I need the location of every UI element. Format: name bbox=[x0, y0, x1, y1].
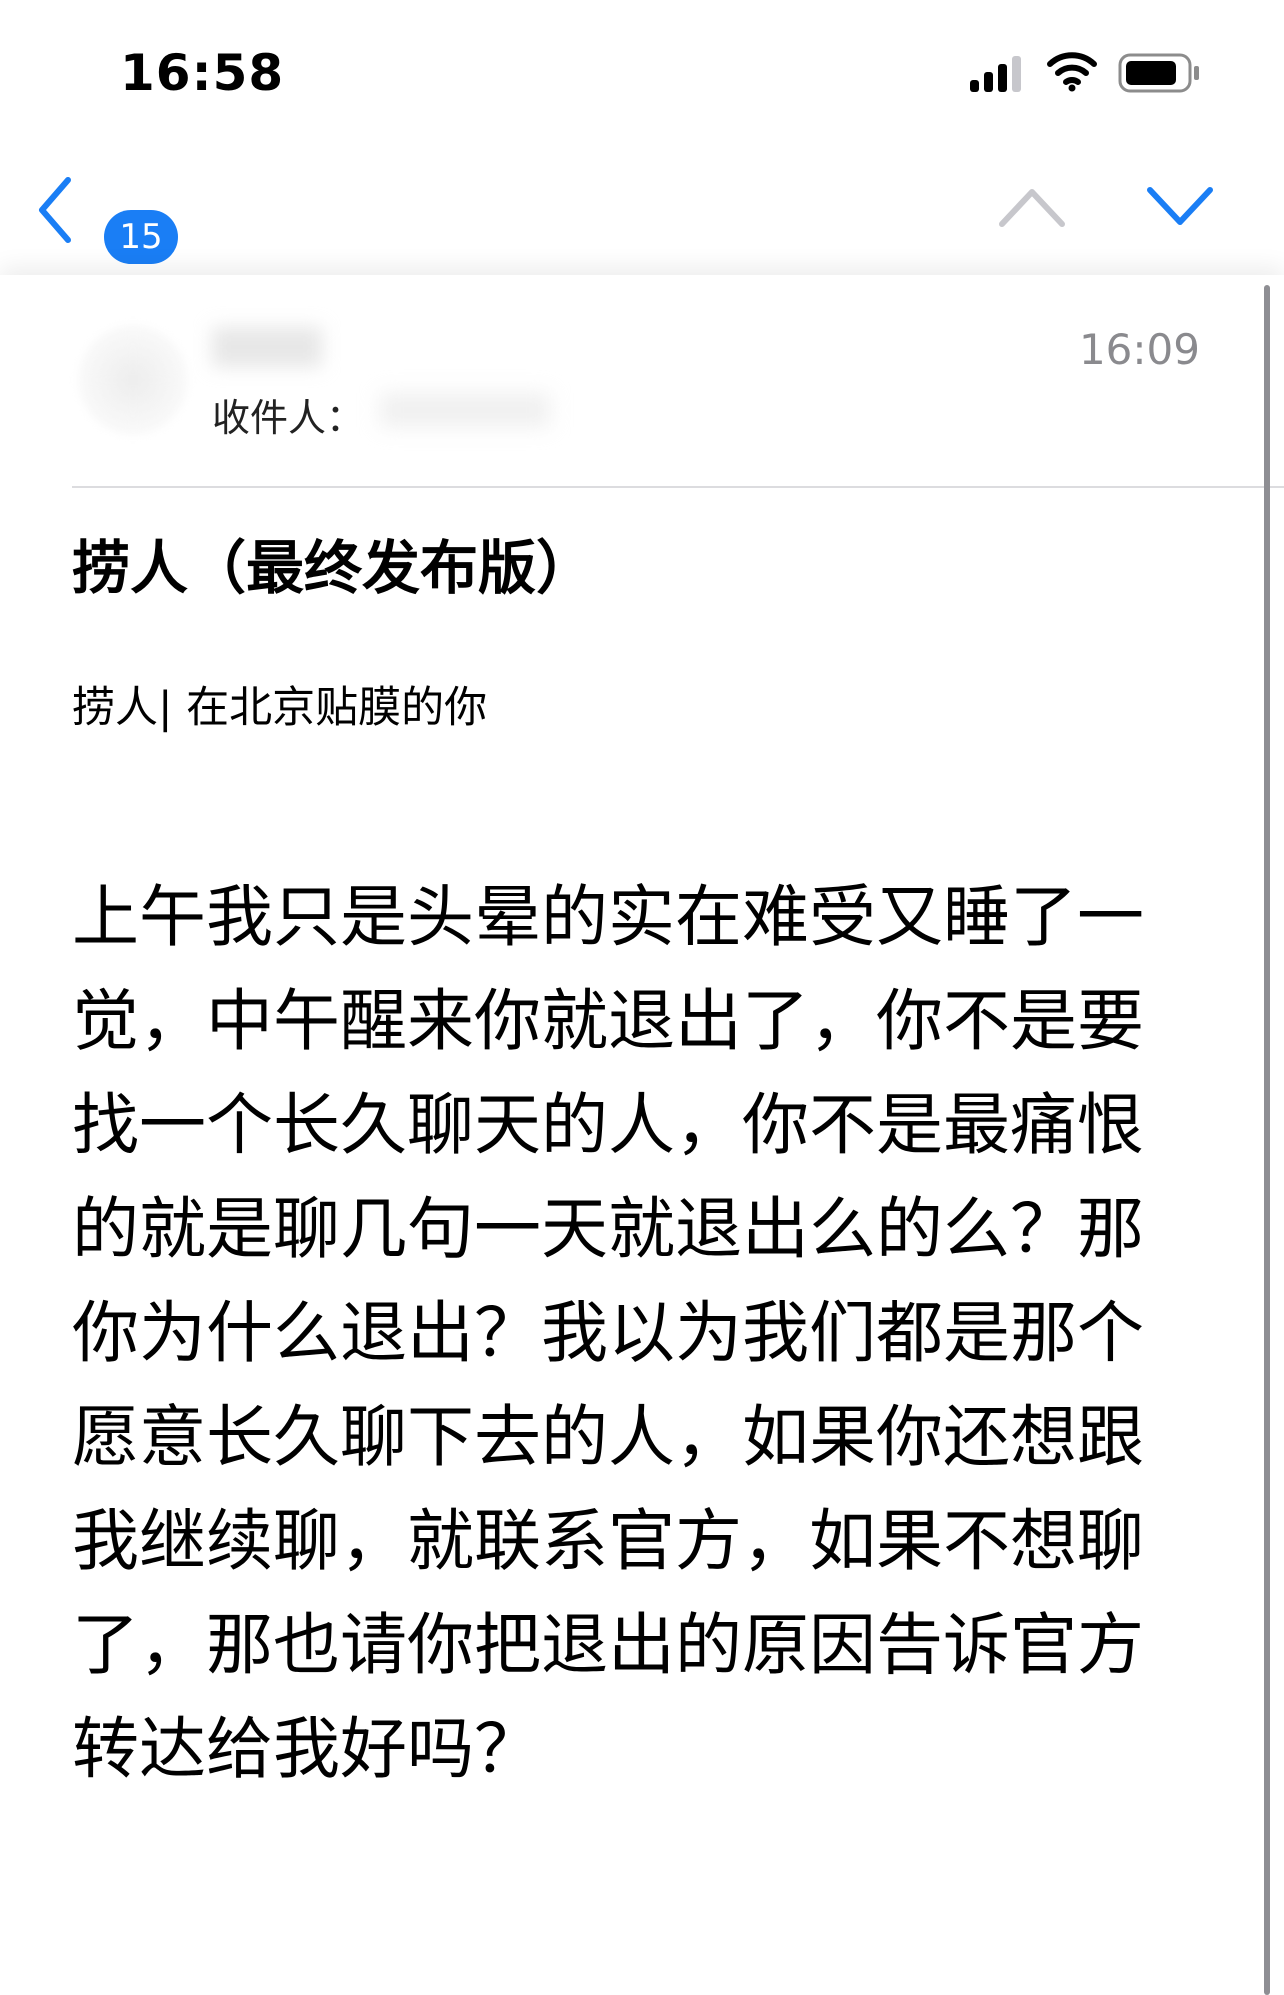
back-button[interactable]: 15 bbox=[36, 170, 196, 264]
mail-nav-bar: 15 bbox=[0, 140, 1284, 275]
recipient-label: 收件人： bbox=[212, 396, 365, 440]
wifi-icon bbox=[1047, 52, 1097, 92]
message-body: 上午我只是头晕的实在难受又睡了一觉，中午醒来你就退出了，你不是要找一个长久聊天的… bbox=[72, 878, 1144, 1788]
sender-avatar[interactable] bbox=[78, 325, 188, 435]
message-sheet: 收件人： 16:09 捞人（最终发布版） 捞人| 在北京贴膜的你 上午我只是头晕… bbox=[0, 275, 1284, 1995]
sender-name-redacted[interactable] bbox=[212, 327, 322, 367]
chevron-up-icon[interactable] bbox=[998, 184, 1066, 230]
status-time: 16:58 bbox=[120, 44, 285, 102]
message-subject: 捞人（最终发布版） bbox=[72, 534, 595, 602]
status-bar: 16:58 bbox=[0, 0, 1284, 140]
header-divider bbox=[72, 486, 1284, 488]
unread-count-badge: 15 bbox=[104, 210, 178, 264]
chevron-left-icon bbox=[39, 177, 71, 243]
message-preheader: 捞人| 在北京贴膜的你 bbox=[72, 683, 488, 733]
cellular-signal-icon bbox=[970, 56, 1021, 92]
scrollbar[interactable] bbox=[1264, 285, 1270, 1995]
message-time: 16:09 bbox=[1078, 325, 1200, 374]
chevron-down-icon[interactable] bbox=[1146, 184, 1214, 230]
battery-icon bbox=[1118, 53, 1199, 93]
recipient-redacted[interactable] bbox=[380, 393, 550, 427]
